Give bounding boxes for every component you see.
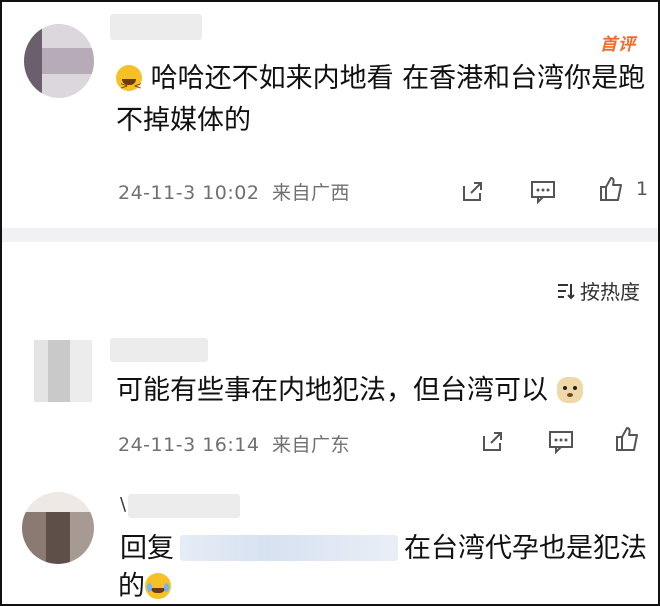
comment-text: 回复 在台湾代孕也是犯法 — [120, 530, 647, 568]
comment-text-line: 不掉媒体的 — [116, 105, 251, 136]
comment-text-line: 可能有些事在内地犯法，但台湾可以 — [116, 375, 548, 406]
comment-text: 哈哈还不如来内地看 在香港和台湾你是跑 — [116, 60, 646, 106]
sort-icon — [558, 283, 575, 299]
share-button[interactable] — [458, 176, 488, 206]
thumbs-up-icon — [600, 177, 622, 201]
username-blurred[interactable] — [128, 494, 240, 518]
comment-time: 24-11-3 10:02 — [118, 182, 260, 204]
doge-emoji-icon — [556, 377, 583, 403]
comment-meta: 24-11-3 10:02 来自广西 — [118, 178, 350, 205]
section-divider — [2, 228, 658, 242]
comment-location: 来自广西 — [272, 182, 351, 204]
sort-label: 按热度 — [580, 280, 640, 304]
share-icon — [483, 432, 502, 451]
laughing-emoji-icon — [116, 65, 143, 106]
avatar[interactable] — [34, 340, 92, 402]
comment-text: 可能有些事在内地犯法，但台湾可以 — [116, 372, 583, 410]
comment-button[interactable] — [528, 176, 558, 206]
comment-icon — [549, 431, 573, 454]
like-count: 1 — [636, 178, 649, 200]
first-comment-badge: 首评 — [600, 35, 636, 55]
like-button[interactable] — [596, 174, 626, 204]
share-icon — [463, 182, 482, 201]
comment-text-line: 的 — [118, 571, 145, 602]
reply-prefix: 回复 — [120, 533, 174, 564]
sort-by-popularity-button[interactable]: 按热度 — [556, 276, 640, 305]
comment-icon — [531, 181, 555, 204]
comment-text-line: 哈哈还不如来内地看 在香港和台湾你是跑 — [150, 63, 646, 94]
like-button[interactable] — [612, 424, 642, 454]
username-blurred[interactable] — [110, 14, 202, 40]
share-button[interactable] — [478, 426, 508, 456]
laugh-cry-emoji-icon — [145, 573, 171, 599]
avatar[interactable] — [22, 492, 94, 564]
thumbs-up-icon — [616, 427, 638, 451]
comment-button[interactable] — [546, 426, 576, 456]
reply-target-blurred[interactable] — [180, 535, 398, 561]
comment-meta: 24-11-3 16:14 来自广东 — [118, 430, 350, 457]
comment-time: 24-11-3 16:14 — [118, 434, 260, 456]
comment-location: 来自广东 — [272, 434, 351, 456]
username-blurred[interactable] — [110, 338, 208, 362]
comment-text-line: 在台湾代孕也是犯法 — [404, 533, 647, 564]
reply-mark: \ — [120, 494, 127, 515]
avatar[interactable] — [24, 24, 94, 98]
comment-text: 的 — [118, 568, 171, 606]
